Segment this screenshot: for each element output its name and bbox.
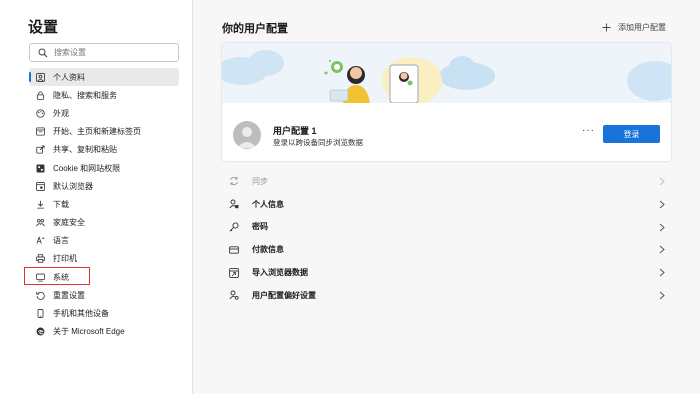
row-sync[interactable]: 同步 (222, 170, 671, 193)
edge-icon (36, 327, 45, 336)
settings-title: 设置 (28, 19, 59, 36)
sidebar-item-label: 关于 Microsoft Edge (53, 327, 125, 337)
banner-illustration (222, 50, 671, 105)
chevron-right-icon (659, 223, 665, 231)
sidebar-item-label: 语言 (53, 236, 69, 246)
chevron-right-icon (659, 177, 665, 186)
cookie-icon (36, 164, 45, 172)
sidebar-item-start-home[interactable]: 开始、主页和新建标签页 (29, 123, 179, 141)
login-button[interactable]: 登录 (603, 125, 660, 143)
sidebar-item-system[interactable]: 系统 (29, 268, 179, 286)
phone-icon (37, 309, 44, 318)
sidebar-item-label: 手机和其他设备 (53, 309, 109, 319)
lock-icon (36, 91, 45, 100)
profile-settings-list: 同步 个人信息 密码 付款信息 导入浏览器数据 用户配置偏好设置 (222, 170, 671, 307)
sidebar-nav: 个人资料 隐私、搜索和服务 外观 开始、主页和新建标签页 共享、复制和粘贴 Co… (29, 68, 179, 341)
row-label: 密码 (252, 222, 268, 232)
sidebar-item-profile[interactable]: 个人资料 (29, 68, 179, 87)
row-payment-info[interactable]: 付款信息 (222, 238, 671, 261)
sidebar-item-reset[interactable]: 重置设置 (29, 286, 179, 304)
sidebar-item-label: Cookie 和网站权限 (53, 163, 121, 173)
sidebar-item-family[interactable]: 家庭安全 (29, 214, 179, 232)
row-profile-preferences[interactable]: 用户配置偏好设置 (222, 284, 671, 307)
profile-card: 用户配置 1 登录以跨设备同步浏览数据 ··· 登录 (222, 43, 671, 161)
more-options-button[interactable]: ··· (582, 125, 595, 136)
key-icon (229, 222, 239, 232)
sidebar-item-about[interactable]: 关于 Microsoft Edge (29, 323, 179, 341)
sidebar-item-label: 外观 (53, 108, 69, 118)
personal-info-icon (229, 199, 239, 209)
row-label: 个人信息 (252, 199, 284, 209)
import-icon (229, 267, 239, 278)
sidebar-item-label: 开始、主页和新建标签页 (53, 127, 141, 137)
sidebar-item-label: 打印机 (53, 254, 77, 264)
search-placeholder: 搜索设置 (54, 48, 86, 57)
row-label: 同步 (252, 176, 268, 186)
row-personal-info[interactable]: 个人信息 (222, 193, 671, 216)
home-icon (36, 127, 45, 136)
row-label: 用户配置偏好设置 (252, 290, 316, 300)
sidebar: 设置 搜索设置 个人资料 隐私、搜索和服务 外观 开始、主页和新建标签页 共享、… (0, 0, 193, 394)
sidebar-item-privacy[interactable]: 隐私、搜索和服务 (29, 86, 179, 104)
add-profile-button[interactable]: 添加用户配置 (602, 22, 666, 33)
sidebar-item-label: 系统 (53, 272, 69, 282)
sidebar-item-default-browser[interactable]: 默认浏览器 (29, 177, 179, 195)
sidebar-item-downloads[interactable]: 下载 (29, 195, 179, 213)
search-icon (38, 48, 48, 58)
sidebar-item-share[interactable]: 共享、复制和粘贴 (29, 141, 179, 159)
profile-name: 用户配置 1 (273, 126, 317, 136)
sync-icon (230, 177, 238, 186)
printer-icon (36, 254, 45, 264)
profile-prefs-icon (229, 290, 239, 301)
add-profile-label: 添加用户配置 (618, 23, 666, 32)
sidebar-item-label: 隐私、搜索和服务 (53, 90, 117, 100)
avatar[interactable] (233, 121, 261, 149)
avatar-icon (237, 127, 257, 148)
chevron-right-icon (659, 246, 665, 254)
sidebar-item-phone[interactable]: 手机和其他设备 (29, 304, 179, 322)
profile-banner (222, 43, 671, 105)
appearance-icon (36, 109, 45, 118)
download-icon (37, 200, 44, 209)
reset-icon (36, 291, 45, 300)
sidebar-item-label: 默认浏览器 (53, 181, 93, 191)
profile-icon (36, 72, 45, 82)
sidebar-item-printers[interactable]: 打印机 (29, 250, 179, 268)
search-input[interactable]: 搜索设置 (29, 43, 179, 62)
sidebar-item-appearance[interactable]: 外观 (29, 104, 179, 122)
family-icon (36, 219, 45, 227)
row-label: 付款信息 (252, 245, 284, 255)
sidebar-item-label: 个人资料 (53, 72, 85, 82)
chevron-right-icon (659, 268, 665, 277)
profile-subtitle: 登录以跨设备同步浏览数据 (273, 138, 363, 147)
sidebar-item-cookies[interactable]: Cookie 和网站权限 (29, 159, 179, 177)
language-icon (36, 236, 45, 245)
sidebar-item-language[interactable]: 语言 (29, 232, 179, 250)
page-title: 你的用户配置 (222, 23, 288, 35)
chevron-right-icon (659, 291, 665, 300)
plus-icon (602, 23, 611, 32)
sidebar-item-label: 下载 (53, 199, 69, 209)
row-passwords[interactable]: 密码 (222, 216, 671, 239)
row-import-data[interactable]: 导入浏览器数据 (222, 261, 671, 284)
default-browser-icon (36, 181, 45, 191)
chevron-right-icon (659, 200, 665, 209)
row-label: 导入浏览器数据 (252, 268, 308, 278)
sidebar-item-label: 重置设置 (53, 290, 85, 300)
card-icon (229, 246, 239, 254)
sidebar-item-label: 家庭安全 (53, 218, 85, 228)
sidebar-item-label: 共享、复制和粘贴 (53, 145, 117, 155)
share-icon (36, 145, 45, 154)
system-icon (36, 273, 45, 282)
